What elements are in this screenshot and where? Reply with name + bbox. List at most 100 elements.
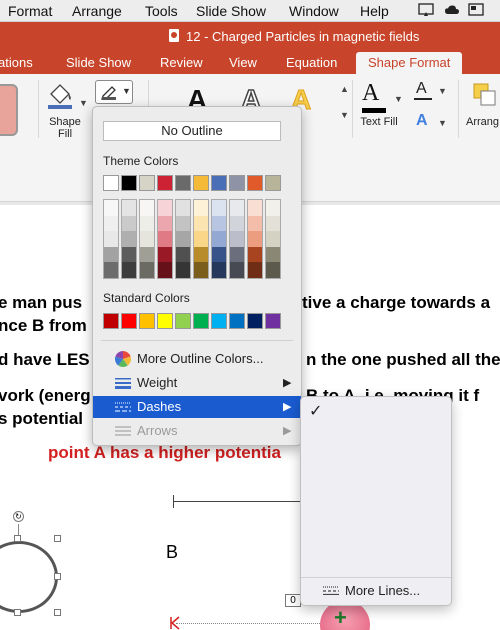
theme-tint-swatch[interactable] xyxy=(212,200,226,216)
theme-tint-swatch[interactable] xyxy=(194,215,208,232)
standard-color-swatch[interactable] xyxy=(139,313,155,329)
arrange-icon[interactable] xyxy=(472,82,498,108)
theme-tint-column[interactable] xyxy=(193,199,209,279)
screen-share-icon[interactable] xyxy=(418,3,434,17)
standard-color-swatch[interactable] xyxy=(211,313,227,329)
theme-tint-swatch[interactable] xyxy=(212,246,226,263)
tab-shape-format[interactable]: Shape Format xyxy=(356,52,463,76)
standard-color-swatch[interactable] xyxy=(121,313,137,329)
display-icon[interactable] xyxy=(468,3,484,17)
resize-handle[interactable] xyxy=(14,535,21,542)
theme-tint-swatch[interactable] xyxy=(176,246,190,263)
text-fill-icon[interactable]: A xyxy=(362,80,379,107)
theme-tint-column[interactable] xyxy=(157,199,173,279)
theme-tint-swatch[interactable] xyxy=(194,200,208,216)
dashes-item[interactable]: Dashes ▶ xyxy=(93,396,301,418)
more-outline-colors-item[interactable]: More Outline Colors... xyxy=(93,348,301,370)
theme-tint-swatch[interactable] xyxy=(266,215,280,232)
standard-color-swatch[interactable] xyxy=(157,313,173,329)
tab-view[interactable]: View xyxy=(229,55,257,70)
text-fill-chevron-icon[interactable]: ▼ xyxy=(394,94,403,104)
theme-tint-swatch[interactable] xyxy=(212,215,226,232)
horizontal-line[interactable] xyxy=(174,501,304,502)
theme-tint-swatch[interactable] xyxy=(104,215,118,232)
theme-tint-column[interactable] xyxy=(265,199,281,279)
theme-tint-swatch[interactable] xyxy=(248,262,262,278)
theme-color-swatch[interactable] xyxy=(121,175,137,191)
theme-color-swatch[interactable] xyxy=(175,175,191,191)
theme-tint-column[interactable] xyxy=(247,199,263,279)
theme-tint-column[interactable] xyxy=(211,199,227,279)
shape-style-swatch[interactable] xyxy=(0,84,18,136)
theme-tint-swatch[interactable] xyxy=(230,200,244,216)
theme-color-swatch[interactable] xyxy=(103,175,119,191)
standard-color-swatch[interactable] xyxy=(229,313,245,329)
theme-tint-swatch[interactable] xyxy=(248,231,262,247)
theme-tint-swatch[interactable] xyxy=(122,215,136,232)
wordart-scroll-up-icon[interactable]: ▲ xyxy=(340,84,349,94)
theme-tint-swatch[interactable] xyxy=(140,246,154,263)
theme-tint-column[interactable] xyxy=(103,199,119,279)
text-effects-chevron-icon[interactable]: ▼ xyxy=(438,118,447,128)
theme-tint-swatch[interactable] xyxy=(104,262,118,278)
selected-circle-shape[interactable] xyxy=(0,541,58,613)
theme-tint-swatch[interactable] xyxy=(122,246,136,263)
menu-slide-show[interactable]: Slide Show xyxy=(196,3,266,19)
theme-tint-swatch[interactable] xyxy=(212,231,226,247)
menu-window[interactable]: Window xyxy=(289,3,339,19)
tab-equation[interactable]: Equation xyxy=(286,55,337,70)
no-outline-button[interactable]: No Outline xyxy=(103,121,281,141)
resize-handle[interactable] xyxy=(54,609,61,616)
theme-tint-swatch[interactable] xyxy=(122,200,136,216)
theme-tint-swatch[interactable] xyxy=(248,215,262,232)
resize-handle[interactable] xyxy=(54,573,61,580)
theme-tint-column[interactable] xyxy=(229,199,245,279)
fill-dropdown-chevron-icon[interactable]: ▼ xyxy=(79,98,88,108)
theme-tint-swatch[interactable] xyxy=(230,262,244,278)
theme-tint-swatch[interactable] xyxy=(266,200,280,216)
tab-review[interactable]: Review xyxy=(160,55,203,70)
theme-tint-swatch[interactable] xyxy=(230,215,244,232)
theme-tint-swatch[interactable] xyxy=(194,231,208,247)
theme-tint-swatch[interactable] xyxy=(158,231,172,247)
resize-handle[interactable] xyxy=(54,535,61,542)
menu-arrange[interactable]: Arrange xyxy=(72,3,122,19)
dotted-line[interactable] xyxy=(176,623,326,624)
theme-tint-swatch[interactable] xyxy=(212,262,226,278)
theme-tint-swatch[interactable] xyxy=(158,262,172,278)
theme-tint-swatch[interactable] xyxy=(176,231,190,247)
tab-animations[interactable]: ations xyxy=(0,55,33,70)
theme-tint-swatch[interactable] xyxy=(248,200,262,216)
theme-tint-swatch[interactable] xyxy=(104,246,118,263)
text-outline-icon[interactable]: A xyxy=(416,80,427,98)
theme-color-swatch[interactable] xyxy=(229,175,245,191)
theme-tint-swatch[interactable] xyxy=(266,246,280,263)
paint-bucket-icon[interactable] xyxy=(46,82,76,110)
theme-tint-swatch[interactable] xyxy=(140,215,154,232)
theme-color-swatch[interactable] xyxy=(139,175,155,191)
arrange-label[interactable]: Arrang xyxy=(466,116,499,128)
theme-tint-swatch[interactable] xyxy=(230,231,244,247)
menu-help[interactable]: Help xyxy=(360,3,389,19)
theme-tint-swatch[interactable] xyxy=(140,262,154,278)
theme-tint-swatch[interactable] xyxy=(248,246,262,263)
theme-tint-column[interactable] xyxy=(175,199,191,279)
theme-tint-swatch[interactable] xyxy=(266,231,280,247)
text-effects-icon[interactable]: A xyxy=(416,112,428,130)
theme-tint-swatch[interactable] xyxy=(176,200,190,216)
more-lines-item[interactable]: More Lines... xyxy=(301,579,451,601)
theme-color-swatch[interactable] xyxy=(265,175,281,191)
theme-tint-swatch[interactable] xyxy=(176,262,190,278)
theme-tint-swatch[interactable] xyxy=(158,200,172,216)
theme-tint-swatch[interactable] xyxy=(104,200,118,216)
theme-tint-column[interactable] xyxy=(121,199,137,279)
theme-tint-swatch[interactable] xyxy=(176,215,190,232)
resize-handle[interactable] xyxy=(14,609,21,616)
theme-tint-swatch[interactable] xyxy=(158,215,172,232)
theme-tint-swatch[interactable] xyxy=(140,231,154,247)
theme-tint-swatch[interactable] xyxy=(122,231,136,247)
theme-tint-swatch[interactable] xyxy=(194,262,208,278)
theme-color-swatch[interactable] xyxy=(193,175,209,191)
standard-color-swatch[interactable] xyxy=(247,313,263,329)
menu-tools[interactable]: Tools xyxy=(145,3,178,19)
